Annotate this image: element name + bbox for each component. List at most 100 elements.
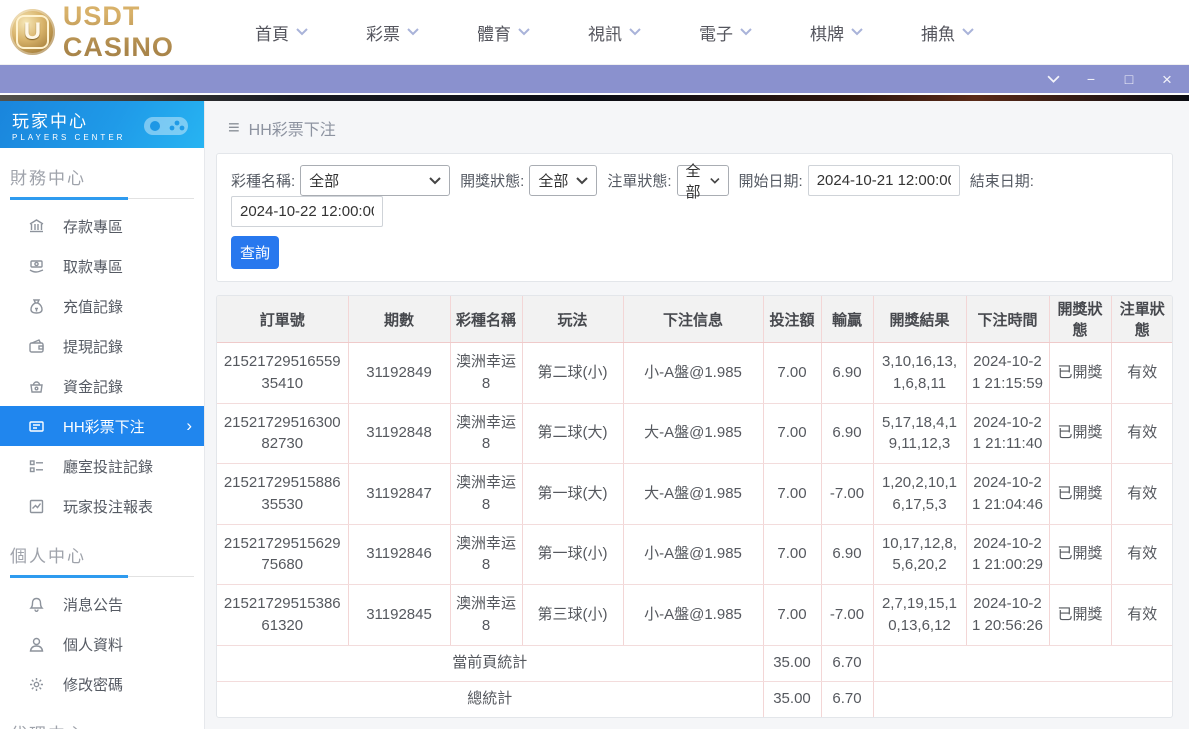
cell-bet-amount: 7.00 <box>763 464 821 525</box>
sidebar-item-profile[interactable]: 個人資料 <box>0 624 204 664</box>
col-header-order-no: 訂單號 <box>217 296 348 343</box>
select-value: 全部 <box>538 170 568 191</box>
cell-draw-result: 2,7,19,15,10,13,6,12 <box>873 585 966 646</box>
query-button[interactable]: 查詢 <box>231 236 279 269</box>
table-row: 2152172951562975680 31192846 澳洲幸运8 第一球(小… <box>217 524 1173 585</box>
lottery-name-label: 彩種名稱: <box>231 170 295 191</box>
sidebar-item-label: 修改密碼 <box>63 674 123 695</box>
sidebar-item-recharge-record[interactable]: 充值記錄 <box>0 286 204 326</box>
cell-period: 31192847 <box>348 464 450 525</box>
nav-item-lottery[interactable]: 彩票 <box>366 20 419 45</box>
end-date-input[interactable] <box>231 196 383 227</box>
col-header-bet-amount: 投注額 <box>763 296 821 343</box>
table-row: 2152172951630082730 31192848 澳洲幸运8 第二球(大… <box>217 403 1173 464</box>
logo-text: USDT CASINO <box>63 1 255 63</box>
sidebar-item-label: HH彩票下注 <box>63 416 145 437</box>
draw-status-label: 開獎狀態: <box>460 170 524 191</box>
sidebar-item-label: 存款專區 <box>63 216 123 237</box>
cell-period: 31192849 <box>348 343 450 404</box>
col-header-bet-time: 下注時間 <box>966 296 1049 343</box>
cell-order-status: 有效 <box>1111 464 1173 525</box>
section-rule <box>10 197 194 200</box>
sidebar-item-label: 消息公告 <box>63 594 123 615</box>
cell-bet-time: 2024-10-21 21:00:29 <box>966 524 1049 585</box>
site-header: U USDT CASINO 首頁 彩票 體育 視訊 電子 棋牌 捕魚 <box>0 0 1189 65</box>
cell-order-status: 有效 <box>1111 403 1173 464</box>
sidebar-item-change-password[interactable]: 修改密碼 <box>0 664 204 704</box>
cell-order-no: 2152172951588635530 <box>217 464 348 525</box>
nav-item-cards[interactable]: 棋牌 <box>810 20 863 45</box>
cell-period: 31192846 <box>348 524 450 585</box>
cell-order-status: 有效 <box>1111 585 1173 646</box>
nav-item-sports[interactable]: 體育 <box>477 20 530 45</box>
nav-item-live[interactable]: 視訊 <box>588 20 641 45</box>
sidebar: 玩家中心 PLAYERS CENTER 財務中心 存款專區 取款專區 <box>0 101 205 729</box>
sidebar-header: 玩家中心 PLAYERS CENTER <box>0 101 204 148</box>
sidebar-item-room-bet-record[interactable]: 廳室投註記錄 <box>0 446 204 486</box>
cell-bet-info: 大-A盤@1.985 <box>623 464 763 525</box>
summary-empty <box>873 681 1173 717</box>
withdraw-hand-icon <box>28 258 45 275</box>
cell-draw-status: 已開獎 <box>1049 585 1111 646</box>
window-collapse-icon[interactable] <box>1045 72 1061 86</box>
cell-draw-result: 3,10,16,13,1,6,8,11 <box>873 343 966 404</box>
cell-winloss: -7.00 <box>821 585 873 646</box>
cell-playtype: 第三球(小) <box>522 585 623 646</box>
draw-status-select[interactable]: 全部 <box>529 165 597 196</box>
chevron-down-icon <box>740 28 752 36</box>
section-heading-personal: 個人中心 <box>10 542 204 567</box>
nav-item-slots[interactable]: 電子 <box>699 20 752 45</box>
purse-icon <box>28 378 45 395</box>
window-close-icon[interactable]: × <box>1159 71 1175 88</box>
sidebar-item-player-bet-report[interactable]: 玩家投注報表 <box>0 486 204 526</box>
page-title: HH彩票下注 <box>249 116 336 140</box>
sidebar-item-label: 資金記錄 <box>63 376 123 397</box>
cell-bet-time: 2024-10-21 21:11:40 <box>966 403 1049 464</box>
sidebar-item-withdraw[interactable]: 取款專區 <box>0 246 204 286</box>
list-icon <box>28 458 45 475</box>
order-status-select[interactable]: 全部 <box>677 165 729 196</box>
cell-order-no: 2152172951655935410 <box>217 343 348 404</box>
sidebar-item-hh-lottery-bets[interactable]: HH彩票下注 › <box>0 406 204 446</box>
select-value: 全部 <box>686 160 710 202</box>
start-date-label: 開始日期: <box>739 170 803 191</box>
section-heading-finance: 財務中心 <box>10 164 204 189</box>
report-icon <box>28 498 45 515</box>
hamburger-icon[interactable]: ≡ <box>228 117 240 140</box>
moneybag-icon <box>28 298 45 315</box>
cell-order-status: 有效 <box>1111 343 1173 404</box>
cell-winloss: -7.00 <box>821 464 873 525</box>
col-header-lottery: 彩種名稱 <box>450 296 522 343</box>
summary-winloss-total: 6.70 <box>821 645 873 681</box>
logo[interactable]: U USDT CASINO <box>10 1 255 63</box>
sidebar-item-funds-record[interactable]: 資金記錄 <box>0 366 204 406</box>
table-row: 2152172951538661320 31192845 澳洲幸运8 第三球(小… <box>217 585 1173 646</box>
lottery-name-select[interactable]: 全部 <box>300 165 450 196</box>
col-header-draw-status: 開獎狀態 <box>1049 296 1111 343</box>
cell-draw-result: 5,17,18,4,19,11,12,3 <box>873 403 966 464</box>
chevron-down-icon <box>710 177 720 185</box>
cell-order-no: 2152172951630082730 <box>217 403 348 464</box>
cell-bet-time: 2024-10-21 20:56:26 <box>966 585 1049 646</box>
gear-icon <box>28 676 45 693</box>
summary-label: 當前頁統計 <box>217 645 763 681</box>
cell-playtype: 第二球(小) <box>522 343 623 404</box>
end-date-label: 結束日期: <box>970 170 1034 191</box>
sidebar-item-deposit[interactable]: 存款專區 <box>0 206 204 246</box>
breadcrumb: ≡ HH彩票下注 <box>228 113 1173 143</box>
sidebar-item-label: 個人資料 <box>63 634 123 655</box>
cell-lottery: 澳洲幸运8 <box>450 524 522 585</box>
cell-draw-status: 已開獎 <box>1049 343 1111 404</box>
chevron-down-icon <box>407 28 419 36</box>
user-icon <box>28 636 45 653</box>
start-date-input[interactable] <box>808 165 960 196</box>
sidebar-item-label: 廳室投註記錄 <box>63 456 153 477</box>
window-minimize-icon[interactable]: − <box>1083 72 1099 86</box>
sidebar-item-announcements[interactable]: 消息公告 <box>0 584 204 624</box>
cell-draw-status: 已開獎 <box>1049 403 1111 464</box>
sidebar-item-withdrawal-record[interactable]: 提現記錄 <box>0 326 204 366</box>
window-maximize-icon[interactable]: □ <box>1121 72 1137 86</box>
nav-item-fishing[interactable]: 捕魚 <box>921 20 974 45</box>
cell-bet-time: 2024-10-21 21:15:59 <box>966 343 1049 404</box>
nav-item-home[interactable]: 首頁 <box>255 20 308 45</box>
